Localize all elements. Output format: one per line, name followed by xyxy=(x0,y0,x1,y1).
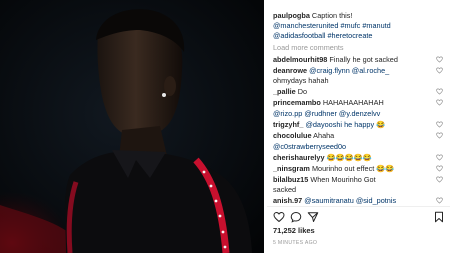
comment-item: trigzyhf_ @dayooshi he happy 😂 xyxy=(273,120,449,129)
comment-text: Ahaha xyxy=(313,130,335,140)
comment-line: deanrowe @craig.flynn @al.roche_ xyxy=(273,66,433,75)
comment-item: _ninsgram Mourinho out effect 😂😂 xyxy=(273,164,449,173)
comment-item: @c0strawberryseed0o xyxy=(273,142,449,151)
caption-tags-line-1[interactable]: @manchesterunited #mufc #manutd xyxy=(273,21,443,31)
comment-line: chocolulue Ahaha xyxy=(273,131,433,140)
comment-text: Finally he got sacked xyxy=(329,55,398,64)
comment-text: @craig.flynn @al.roche_ xyxy=(309,66,390,76)
caption-author[interactable]: paulpogba xyxy=(273,11,310,20)
comment-like-heart-icon[interactable] xyxy=(436,165,443,172)
comment-line: bilalbuz15 When Mourinho Got xyxy=(273,175,433,184)
comment-like-heart-icon[interactable] xyxy=(436,176,443,183)
likes-count[interactable]: 71,252 likes xyxy=(273,226,315,235)
comment-bubble-icon[interactable] xyxy=(290,211,302,223)
photo-illustration xyxy=(0,0,264,253)
comment-username[interactable]: bilalbuz15 xyxy=(273,175,308,184)
comment-text: sacked xyxy=(273,184,297,194)
comment-like-heart-icon[interactable] xyxy=(436,197,443,204)
comment-line: sacked xyxy=(273,185,433,194)
caption-text: Caption this! xyxy=(311,11,353,20)
comment-item: _pallie Do xyxy=(273,87,449,96)
comment-username[interactable]: chocolulue xyxy=(273,131,312,140)
comment-line: ohmydays hahah xyxy=(273,76,433,85)
comment-username[interactable]: _pallie xyxy=(273,87,296,96)
comment-line: _pallie Do xyxy=(273,87,433,96)
comment-text: Mourinho out effect 😂😂 xyxy=(311,164,395,174)
comment-text: HAHAHAAHAHAH xyxy=(322,97,384,107)
share-icon[interactable] xyxy=(307,211,319,223)
post-timestamp: 5 MINUTES AGO xyxy=(273,240,318,246)
post-actions xyxy=(267,209,450,227)
comment-text: @dayooshi he happy 😂 xyxy=(305,119,386,129)
comment-username[interactable]: cherishaurelyy xyxy=(273,153,325,162)
comment-line: @rizo.pp @rudhner @y.denzelvv xyxy=(273,109,433,118)
caption-tags-line-2[interactable]: @adidasfootball #heretocreate xyxy=(273,31,443,41)
comment-item: princemambo HAHAHAAHAHAH xyxy=(273,98,449,107)
comment-item: @rizo.pp @rudhner @y.denzelvv xyxy=(273,109,449,118)
comment-line: anish.97 @saumitranatu @sid_potnis xyxy=(273,196,433,205)
comment-username[interactable]: princemambo xyxy=(273,98,321,107)
actions-divider xyxy=(267,206,450,207)
comment-like-heart-icon[interactable] xyxy=(436,88,443,95)
comment-line: princemambo HAHAHAAHAHAH xyxy=(273,98,433,107)
comment-item: chocolulue Ahaha xyxy=(273,131,449,140)
comment-line: _ninsgram Mourinho out effect 😂😂 xyxy=(273,164,433,173)
post-photo[interactable] xyxy=(0,0,264,253)
comment-like-heart-icon[interactable] xyxy=(436,154,443,161)
comment-item: deanrowe @craig.flynn @al.roche_ ohmydays… xyxy=(273,66,449,85)
comment-item: cherishaurelyy 😂😂😂😂😂 xyxy=(273,153,449,162)
comment-line: cherishaurelyy 😂😂😂😂😂 xyxy=(273,153,433,162)
comment-username[interactable]: anish.97 xyxy=(273,196,302,205)
comment-item: abdelmourhit98 Finally he got sacked xyxy=(273,55,449,64)
comment-like-heart-icon[interactable] xyxy=(436,99,443,106)
comment-username[interactable]: abdelmourhit98 xyxy=(273,55,327,64)
comment-line: abdelmourhit98 Finally he got sacked xyxy=(273,55,433,64)
comments-list: abdelmourhit98 Finally he got sacked dean… xyxy=(273,55,449,207)
comment-like-heart-icon[interactable] xyxy=(436,121,443,128)
comment-like-heart-icon[interactable] xyxy=(436,132,443,139)
comment-text: Do xyxy=(297,86,308,96)
comment-like-heart-icon[interactable] xyxy=(436,56,443,63)
comment-line: @c0strawberryseed0o xyxy=(273,142,433,151)
comment-text: @c0strawberryseed0o xyxy=(273,142,347,152)
like-heart-icon[interactable] xyxy=(273,211,285,223)
comment-item: bilalbuz15 When Mourinho Got sacked xyxy=(273,175,449,194)
comment-item: anish.97 @saumitranatu @sid_potnis xyxy=(273,196,449,205)
comment-text: 😂😂😂😂😂 xyxy=(326,153,372,163)
comment-username[interactable]: trigzyhf_ xyxy=(273,120,303,129)
comment-text: When Mourinho Got xyxy=(310,175,376,185)
comment-text: @rizo.pp @rudhner @y.denzelvv xyxy=(273,108,381,118)
comment-like-heart-icon[interactable] xyxy=(436,67,443,74)
save-bookmark-icon[interactable] xyxy=(433,211,445,223)
post-side-panel: paulpogba Caption this! @manchesterunite… xyxy=(267,0,450,253)
post-caption: paulpogba Caption this! @manchesterunite… xyxy=(273,11,443,42)
load-more-comments-link[interactable]: Load more comments xyxy=(273,43,344,52)
comment-line: trigzyhf_ @dayooshi he happy 😂 xyxy=(273,120,433,129)
comment-username[interactable]: _ninsgram xyxy=(273,164,310,173)
comment-text: ohmydays hahah xyxy=(273,75,329,85)
comment-username[interactable]: deanrowe xyxy=(273,66,307,75)
comment-text: @saumitranatu @sid_potnis xyxy=(304,195,397,205)
